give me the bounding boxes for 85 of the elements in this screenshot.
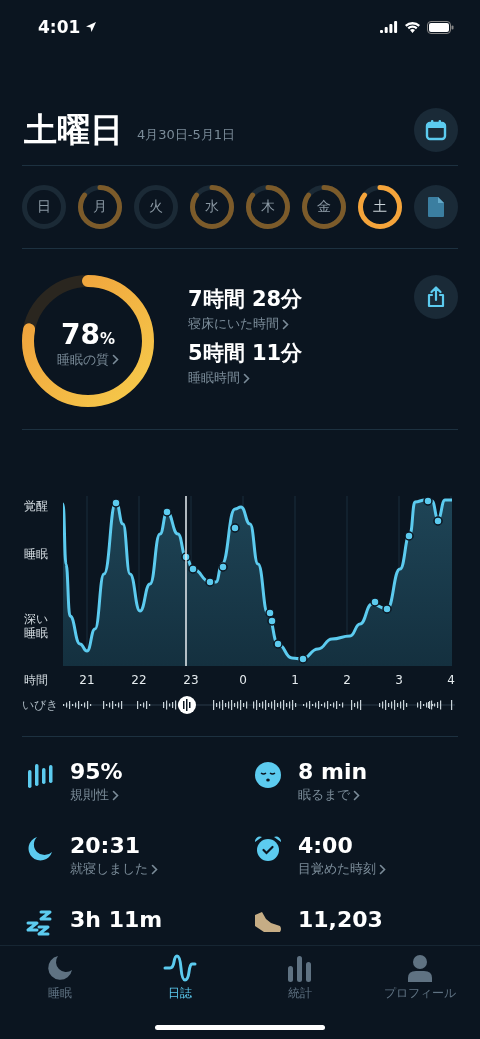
alarm-clock-icon — [254, 835, 282, 863]
date-range: 4月30日-5月1日 — [137, 126, 236, 144]
stage-point — [162, 507, 172, 517]
snore-label: いびき — [22, 696, 59, 714]
stage-point — [404, 531, 414, 541]
quality-link[interactable]: 睡眠の質 — [57, 350, 119, 369]
chevron-icon — [379, 863, 386, 875]
day-ring[interactable]: 日 — [22, 185, 66, 229]
stage-label: 覚醒 — [24, 500, 49, 514]
tab[interactable]: プロフィール — [360, 954, 480, 1004]
stage-point — [218, 562, 228, 572]
stage-point — [423, 496, 433, 506]
axis-label: 時間 — [24, 671, 49, 689]
stage-point — [433, 516, 443, 526]
chevron-icon — [112, 354, 119, 365]
stage-point — [273, 639, 283, 649]
metric-link[interactable]: 目覚めた時刻 — [298, 860, 386, 878]
day-title: 土曜日 — [24, 108, 123, 151]
report-button[interactable] — [414, 185, 458, 229]
metric-link[interactable]: 規則性 — [70, 786, 123, 804]
hour-tick: 3 — [395, 673, 403, 687]
metric-value: 95% — [70, 759, 123, 784]
stage-label: 睡眠 — [24, 548, 49, 562]
stage-point — [265, 608, 275, 618]
quality-percent: 78% — [61, 317, 115, 351]
moon-icon — [26, 835, 54, 863]
share-icon — [426, 286, 446, 308]
metric-link[interactable]: 眠るまで — [298, 786, 368, 804]
hour-tick: 0 — [239, 673, 247, 687]
metric-link[interactable]: 就寝しました — [70, 860, 158, 878]
stage-point — [230, 523, 240, 533]
hour-tick: 4 — [447, 673, 455, 687]
tab[interactable]: 睡眠 — [0, 954, 120, 1004]
hour-tick: 2 — [343, 673, 351, 687]
tab[interactable]: 日誌 — [120, 954, 240, 1004]
hour-tick: 21 — [79, 673, 95, 687]
document-icon — [427, 196, 445, 218]
day-ring[interactable]: 火 — [134, 185, 178, 229]
wifi-icon — [404, 21, 421, 33]
share-button[interactable] — [414, 275, 458, 319]
metric-value: 3h 11m — [70, 907, 163, 932]
metric-value: 8 min — [298, 759, 368, 784]
tab[interactable]: 統計 — [240, 954, 360, 1004]
day-ring[interactable]: 木 — [246, 185, 290, 229]
chevron-icon — [243, 372, 250, 384]
day-ring[interactable]: 土 — [358, 185, 402, 229]
bars-icon — [25, 762, 55, 788]
person-icon — [407, 954, 433, 982]
stage-point — [382, 604, 392, 614]
duration-link[interactable]: 寝床にいた時間 — [188, 315, 414, 333]
chevron-icon — [282, 318, 289, 330]
stage-point — [181, 552, 191, 562]
metric-value: 4:00 — [298, 833, 354, 858]
chevron-icon — [151, 863, 158, 875]
metric-value: 20:31 — [70, 833, 142, 858]
chevron-icon — [353, 789, 360, 801]
stage-point — [298, 654, 308, 664]
metric-value: 11,203 — [298, 907, 383, 932]
moon-icon — [46, 954, 74, 982]
duration-link[interactable]: 睡眠時間 — [188, 369, 414, 387]
status-time: 4:01 — [38, 17, 81, 37]
duration-value: 7時間 28分 — [188, 286, 304, 313]
hour-tick: 23 — [183, 673, 199, 687]
hour-tick: 1 — [291, 673, 299, 687]
day-ring[interactable]: 金 — [302, 185, 346, 229]
stage-point — [370, 597, 380, 607]
day-ring[interactable]: 月 — [78, 185, 122, 229]
chevron-icon — [112, 789, 119, 801]
sleepy-face-icon — [254, 761, 282, 789]
wave-icon — [163, 954, 197, 982]
stage-point — [205, 577, 215, 587]
duration-value: 5時間 11分 — [188, 340, 304, 367]
stage-point — [111, 498, 121, 508]
stage-point — [267, 616, 277, 626]
bar-chart-icon — [287, 954, 313, 982]
location-arrow-icon — [85, 21, 98, 33]
battery-icon — [427, 20, 454, 34]
stage-point — [188, 564, 198, 574]
signal-icon — [380, 21, 398, 33]
calendar-button[interactable] — [414, 108, 458, 152]
hour-tick: 22 — [131, 673, 147, 687]
shoe-icon — [253, 911, 283, 935]
stage-label: 深い睡眠 — [24, 613, 49, 641]
day-ring[interactable]: 水 — [190, 185, 234, 229]
calendar-icon — [425, 119, 447, 141]
